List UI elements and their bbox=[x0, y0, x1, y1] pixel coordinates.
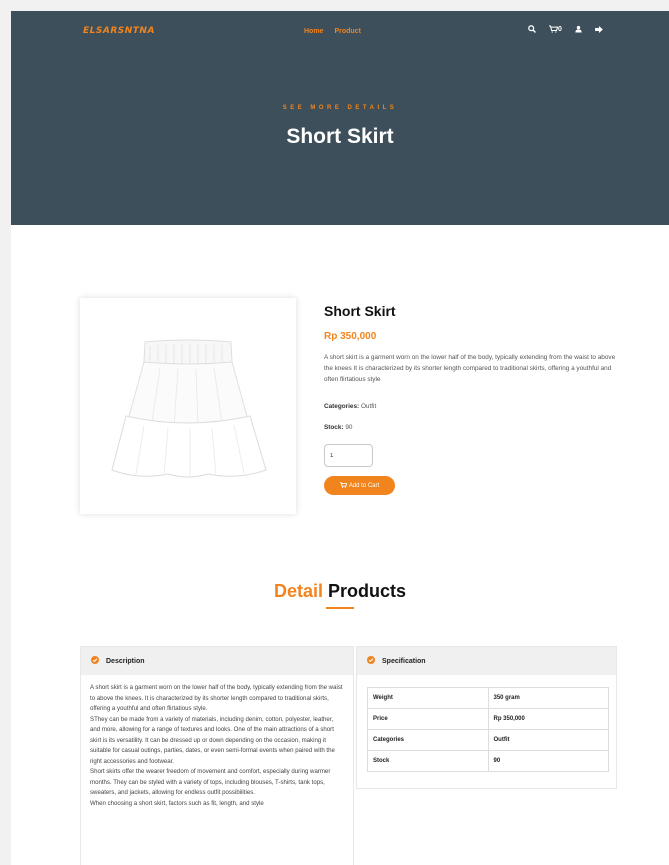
user-icon[interactable] bbox=[575, 25, 582, 33]
detail-heading-rest: Products bbox=[328, 581, 407, 601]
check-circle-icon bbox=[367, 656, 375, 666]
cart-count: 0 bbox=[558, 25, 562, 33]
stock-label: Stock: bbox=[324, 424, 344, 431]
product-image-card bbox=[80, 298, 296, 514]
page-frame: ELSARSNTNA Home Product 0 SEE MORE DETAI… bbox=[11, 11, 669, 865]
description-panel: Description A short skirt is a garment w… bbox=[80, 646, 354, 865]
spec-value: Rp 350,000 bbox=[487, 708, 609, 730]
nav-home-link[interactable]: Home bbox=[304, 28, 323, 35]
detail-products-heading: Detail Products bbox=[11, 581, 669, 602]
stock-value: 90 bbox=[345, 424, 353, 431]
spec-label: Weight bbox=[367, 687, 489, 709]
spec-value: 90 bbox=[487, 750, 609, 772]
cart-button[interactable]: 0 bbox=[549, 25, 562, 33]
product-title: Short Skirt bbox=[324, 303, 396, 319]
specification-table: Weight 350 gram Price Rp 350,000 Categor… bbox=[367, 687, 609, 772]
description-panel-header: Description bbox=[81, 647, 353, 675]
quantity-input[interactable] bbox=[324, 444, 373, 467]
description-body: A short skirt is a garment worn on the l… bbox=[81, 675, 353, 817]
table-row: Stock 90 bbox=[367, 750, 609, 772]
table-row: Weight 350 gram bbox=[367, 687, 609, 709]
categories-value: Outfit bbox=[360, 403, 377, 410]
spec-label: Price bbox=[367, 708, 489, 730]
description-paragraph: A short skirt is a garment worn on the l… bbox=[90, 684, 343, 712]
cart-icon bbox=[339, 481, 348, 490]
table-row: Price Rp 350,000 bbox=[367, 708, 609, 730]
spec-label: Stock bbox=[367, 750, 489, 772]
hero-banner: ELSARSNTNA Home Product 0 SEE MORE DETAI… bbox=[11, 11, 669, 225]
main-nav: Home Product bbox=[304, 28, 361, 35]
product-categories: Categories: Outfit bbox=[324, 403, 376, 410]
logout-icon[interactable] bbox=[595, 25, 603, 33]
product-price: Rp 350,000 bbox=[324, 331, 377, 342]
specification-heading: Specification bbox=[382, 657, 426, 665]
nav-product-link[interactable]: Product bbox=[334, 28, 360, 35]
description-paragraph: SThey can be made from a variety of mate… bbox=[90, 715, 335, 765]
spec-label: Categories bbox=[367, 729, 489, 751]
check-circle-icon bbox=[91, 656, 99, 666]
spec-value: Outfit bbox=[487, 729, 609, 751]
table-row: Categories Outfit bbox=[367, 729, 609, 751]
detail-heading-accent: Detail bbox=[273, 581, 323, 601]
hero-title: Short Skirt bbox=[286, 125, 394, 148]
categories-label: Categories: bbox=[324, 403, 360, 410]
description-heading: Description bbox=[106, 657, 145, 665]
product-stock: Stock: 90 bbox=[324, 424, 352, 431]
product-image bbox=[111, 339, 267, 478]
hero-subtitle: SEE MORE DETAILS bbox=[282, 105, 398, 111]
spec-value: 350 gram bbox=[487, 687, 609, 709]
product-description: A short skirt is a garment worn on the l… bbox=[324, 354, 616, 383]
add-to-cart-button[interactable]: Add to Cart bbox=[324, 476, 395, 495]
description-paragraph: When choosing a short skirt, factors suc… bbox=[90, 799, 264, 807]
search-icon[interactable] bbox=[528, 25, 536, 33]
description-paragraph: Short skirts offer the wearer freedom of… bbox=[90, 768, 331, 796]
header-icons: 0 bbox=[528, 25, 603, 33]
specification-panel-header: Specification bbox=[357, 647, 616, 675]
brand-logo[interactable]: ELSARSNTNA bbox=[83, 26, 155, 36]
specification-panel: Specification Weight 350 gram Price Rp 3… bbox=[356, 646, 617, 789]
heading-underline bbox=[326, 607, 354, 609]
add-to-cart-label: Add to Cart bbox=[348, 482, 380, 489]
cart-icon bbox=[549, 25, 558, 33]
